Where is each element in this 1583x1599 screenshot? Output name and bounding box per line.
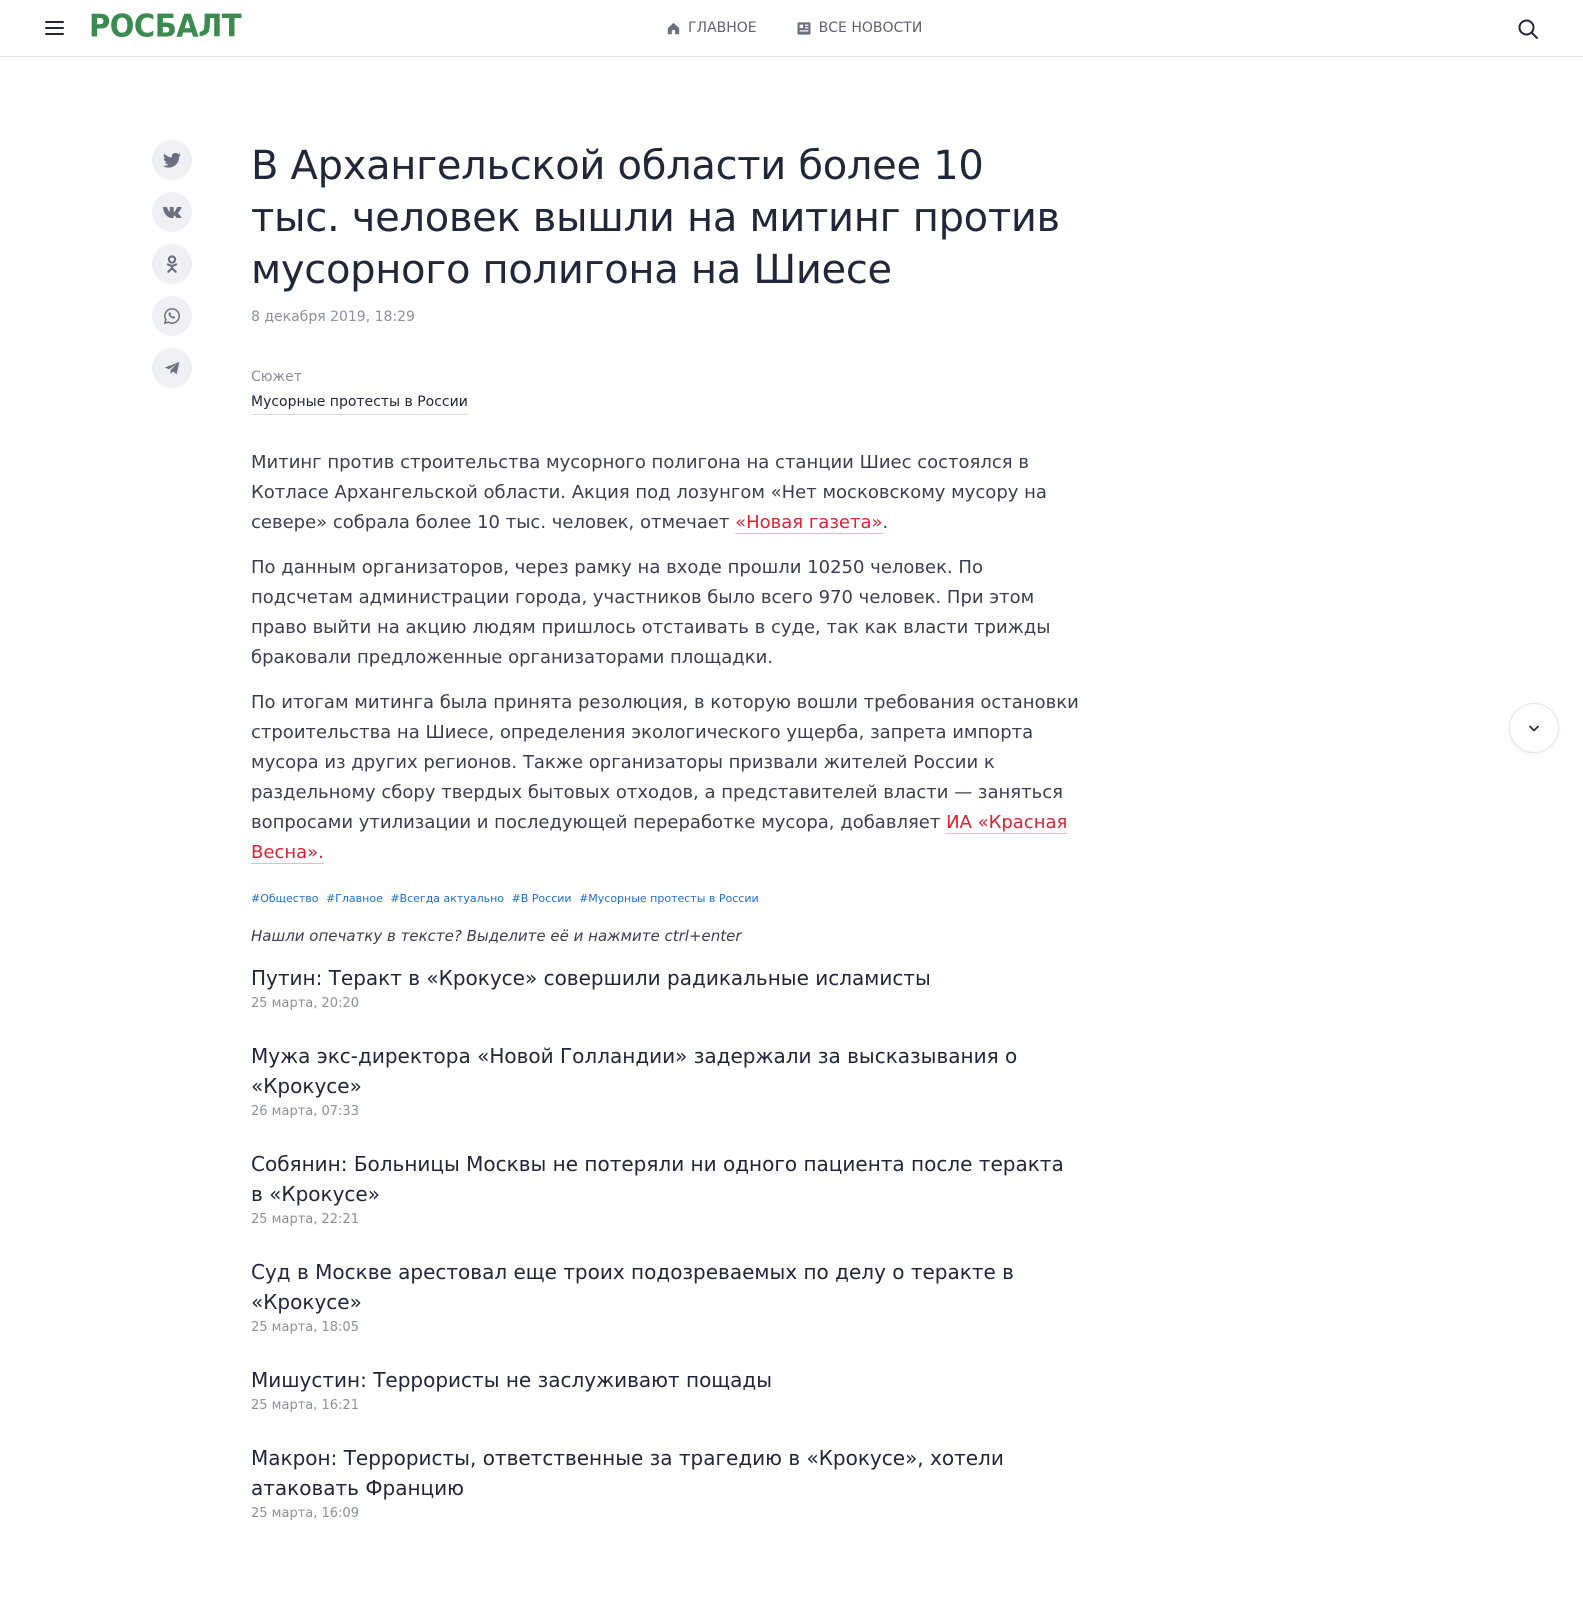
related-news-date: 25 марта, 16:21 <box>251 1398 359 1413</box>
related-news-title[interactable]: Путин: Теракт в «Крокусе» совершили ради… <box>251 963 1081 993</box>
nav-item-label: ВСЕ НОВОСТИ <box>818 20 923 36</box>
site-header: РОСБАЛТ ГЛАВНОЕ ВСЕ НОВОСТИ <box>0 0 1583 57</box>
tag[interactable]: #В России <box>512 892 572 905</box>
paragraph-text: Митинг против строительства мусорного по… <box>251 452 1047 533</box>
related-news-title[interactable]: Собянин: Больницы Москвы не потеряли ни … <box>251 1149 1081 1209</box>
menu-icon[interactable] <box>45 20 65 36</box>
newspaper-icon <box>797 21 811 35</box>
related-news-item[interactable]: Мужа экс-директора «Новой Голландии» зад… <box>251 1041 1081 1119</box>
related-news-item[interactable]: Путин: Теракт в «Крокусе» совершили ради… <box>251 963 1081 1011</box>
share-bar <box>152 140 192 400</box>
source-link-novaya-gazeta[interactable]: «Новая газета» <box>735 512 883 534</box>
tag[interactable]: #Всегда актуально <box>390 892 504 905</box>
main-nav: ГЛАВНОЕ ВСЕ НОВОСТИ <box>667 20 962 36</box>
related-news-item[interactable]: Макрон: Террористы, ответственные за тра… <box>251 1443 1081 1521</box>
related-news-item[interactable]: Мишустин: Террористы не заслуживают поща… <box>251 1365 1081 1413</box>
tag[interactable]: #Главное <box>326 892 383 905</box>
share-telegram-button[interactable] <box>152 348 192 388</box>
twitter-icon <box>163 152 181 168</box>
related-news-date: 26 марта, 07:33 <box>251 1104 359 1119</box>
share-whatsapp-button[interactable] <box>152 296 192 336</box>
nav-item-label: ГЛАВНОЕ <box>688 20 757 36</box>
story-link[interactable]: Мусорные протесты в России <box>251 394 468 415</box>
related-news-date: 25 марта, 22:21 <box>251 1212 359 1227</box>
article-body: Митинг против строительства мусорного по… <box>251 448 1081 868</box>
paragraph: По итогам митинга была принята резолюция… <box>251 688 1081 868</box>
tags: #Общество #Главное #Всегда актуально #В … <box>251 892 1081 905</box>
nav-item-main[interactable]: ГЛАВНОЕ <box>667 20 757 36</box>
share-twitter-button[interactable] <box>152 140 192 180</box>
share-odnoklassniki-button[interactable] <box>152 244 192 284</box>
telegram-icon <box>164 362 180 375</box>
related-news-title[interactable]: Мишустин: Террористы не заслуживают поща… <box>251 1365 1081 1395</box>
related-news-date: 25 марта, 20:20 <box>251 996 359 1011</box>
related-news-title[interactable]: Макрон: Террористы, ответственные за тра… <box>251 1443 1081 1503</box>
related-news-title[interactable]: Мужа экс-директора «Новой Голландии» зад… <box>251 1041 1081 1101</box>
related-news-date: 25 марта, 18:05 <box>251 1320 359 1335</box>
article-title: В Архангельской области более 10 тыс. че… <box>251 143 1060 293</box>
vk-icon <box>162 207 182 218</box>
odnoklassniki-icon <box>166 255 178 273</box>
related-news-date: 25 марта, 16:09 <box>251 1506 359 1521</box>
article-date: 8 декабря 2019, 18:29 <box>251 309 415 325</box>
related-news-item[interactable]: Собянин: Больницы Москвы не потеряли ни … <box>251 1149 1081 1227</box>
paragraph: По данным организаторов, через рамку на … <box>251 557 1051 668</box>
related-news-item[interactable]: Суд в Москве арестовал еще троих подозре… <box>251 1257 1081 1335</box>
typo-note: Нашли опечатку в тексте? Выделите её и н… <box>251 927 742 945</box>
story-label: Сюжет <box>251 369 302 385</box>
tag[interactable]: #Общество <box>251 892 318 905</box>
related-news-title[interactable]: Суд в Москве арестовал еще троих подозре… <box>251 1257 1081 1317</box>
home-icon <box>667 22 680 34</box>
punctuation: . <box>882 512 889 533</box>
article: В Архангельской области более 10 тыс. че… <box>251 140 1081 1551</box>
chevron-down-icon <box>1529 725 1539 731</box>
nav-item-all-news[interactable]: ВСЕ НОВОСТИ <box>797 20 923 36</box>
search-icon[interactable] <box>1517 18 1539 40</box>
tag[interactable]: #Мусорные протесты в России <box>579 892 759 905</box>
site-logo[interactable]: РОСБАЛТ <box>89 8 242 44</box>
scroll-down-button[interactable] <box>1509 703 1559 753</box>
whatsapp-icon <box>163 308 180 325</box>
share-vk-button[interactable] <box>152 192 192 232</box>
related-news: Путин: Теракт в «Крокусе» совершили ради… <box>251 963 1081 1521</box>
paragraph: Митинг против строительства мусорного по… <box>251 448 1081 538</box>
